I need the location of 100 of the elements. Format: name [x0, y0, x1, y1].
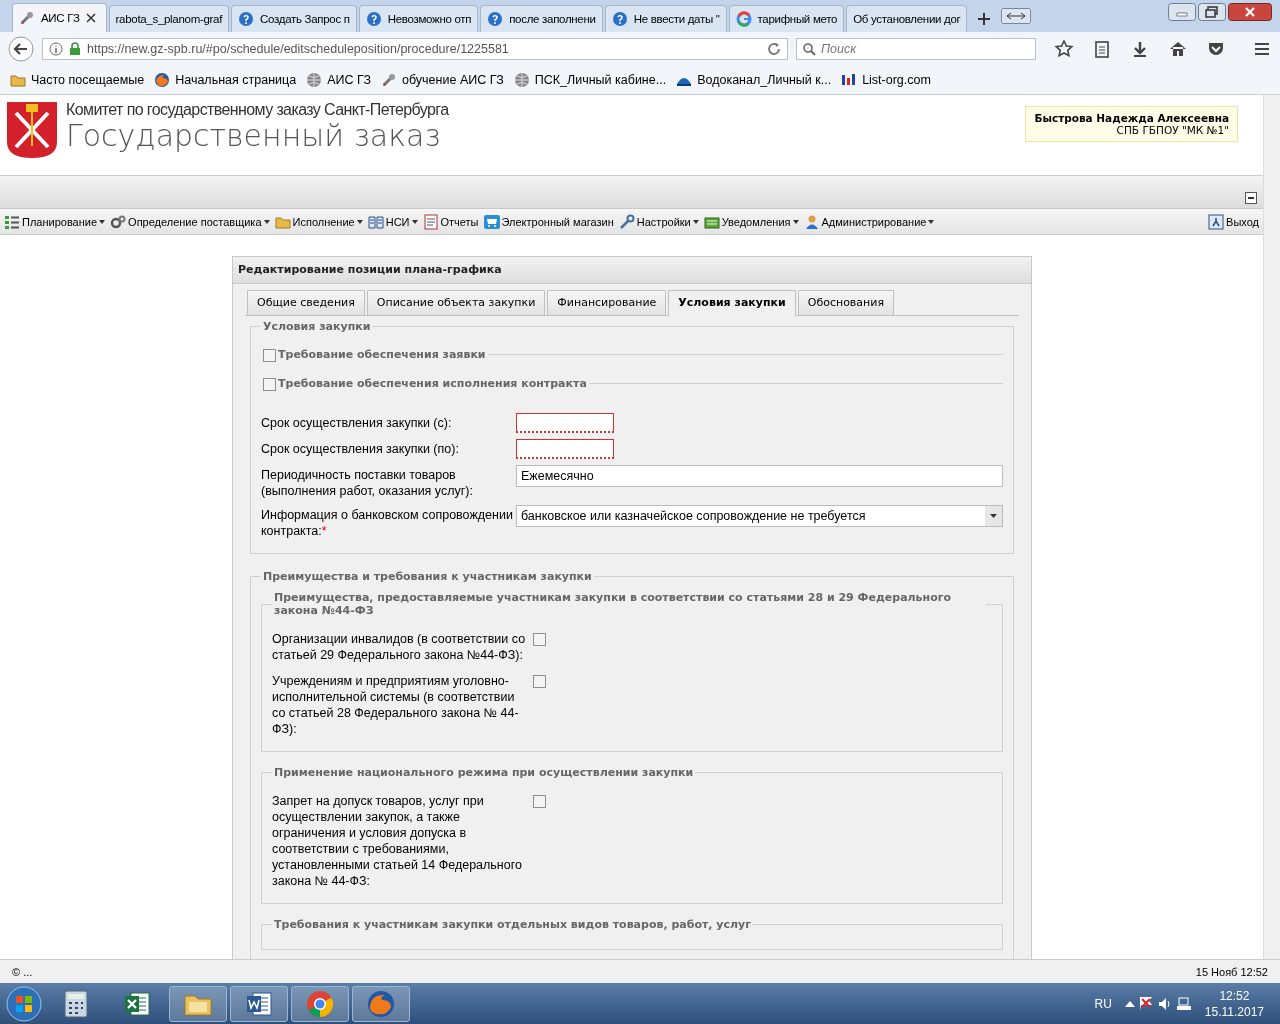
caret-icon[interactable]: [928, 219, 935, 224]
subsection-legend: Применение национального режима при осуществлении закупки: [274, 766, 694, 779]
globe-icon: [513, 72, 530, 88]
status-date: 15 Нояб 12:52: [1195, 965, 1268, 978]
clipboard-icon[interactable]: [1092, 39, 1112, 59]
required-mark: *: [321, 524, 327, 538]
form-tab[interactable]: Условия закупки: [668, 290, 796, 316]
organization-name: Комитет по государственному заказу Санкт-Петербурга: [66, 101, 449, 119]
collapse-icon[interactable]: [1245, 192, 1257, 204]
checkbox-label: Запрет на допуск товаров, услуг при осуществлении закупок, а также ограничения и условия допуска в соответствии с требованиями, установленными статьей 14 Федерального закона № 44-ФЗ:: [272, 793, 523, 889]
scrollbar[interactable]: [1263, 95, 1280, 959]
browser-tab[interactable]: Невозможно отп: [358, 5, 479, 32]
form-tab[interactable]: Общие сведения: [247, 290, 365, 315]
subsection-legend: Преимущества, предоставляемые участникам закупки в соответствии со статьями 28 и 29 Федерального закона №44-ФЗ: [274, 591, 952, 617]
menu-item[interactable]: Электронный магазин: [501, 215, 614, 228]
wrench-icon: [19, 10, 35, 26]
checkbox-label: Учреждениям и предприятиям уголовно-исполнительной системы (в соответствии со статьей 28 Федерального закона № 44-ФЗ):: [272, 673, 520, 737]
field-label: Информация о банковском сопровождении контракта:*: [261, 507, 514, 539]
clock-date[interactable]: 15.11.2017: [1204, 1003, 1264, 1020]
help-icon: [365, 11, 382, 27]
browser-tab[interactable]: rabota_s_planom-graf: [108, 5, 230, 32]
user-name: Быстрова Надежда Алексеевна: [1034, 112, 1229, 124]
form-tab[interactable]: Обоснования: [797, 290, 895, 315]
browser-tab[interactable]: тарифный мето: [728, 5, 845, 32]
calculator-icon: [64, 989, 88, 1018]
start-button[interactable]: [4, 984, 44, 1023]
menu-item[interactable]: Уведомления: [721, 215, 791, 228]
document-icon: [422, 213, 439, 230]
document-icon: [245, 989, 273, 1018]
search-icon: [802, 42, 816, 56]
folder-icon: [10, 72, 26, 88]
close-icon[interactable]: [1228, 3, 1272, 21]
tray-arrow-icon[interactable]: [1124, 999, 1135, 1008]
section-legend: Условия закупки: [263, 320, 371, 333]
form-tab[interactable]: Описание объекта закупки: [366, 290, 546, 315]
bookmark-link[interactable]: Начальная страница: [175, 73, 297, 87]
text-field[interactable]: Ежемесячно: [516, 465, 1003, 487]
address-field[interactable]: https://new.gz-spb.ru/#po/schedule/editscheduleposition/procedure/1225581: [42, 38, 788, 60]
checkbox[interactable]: [533, 795, 546, 808]
firefox-icon: [367, 989, 395, 1018]
caret-icon[interactable]: [692, 219, 699, 224]
gears-icon: [110, 213, 127, 230]
menu-item[interactable]: НСИ: [385, 215, 410, 228]
browser-tab[interactable]: Не ввести даты ": [604, 5, 727, 32]
resize-icon[interactable]: [1001, 8, 1032, 24]
menu-item[interactable]: Планирование: [22, 215, 98, 228]
home-icon[interactable]: [1168, 39, 1188, 59]
menu-item[interactable]: Настройки: [636, 215, 691, 228]
bookmark-link[interactable]: обучение АИС ГЗ: [402, 73, 504, 87]
info-icon: [49, 42, 63, 56]
bookmark-link[interactable]: ПСК_Личный кабине...: [534, 73, 667, 87]
menu-item[interactable]: Отчеты: [440, 215, 479, 228]
browser-tab[interactable]: АИС ГЗ: [12, 3, 107, 32]
star-icon[interactable]: [1054, 39, 1074, 59]
caret-icon[interactable]: [792, 219, 799, 224]
menu-item[interactable]: Исполнение: [292, 215, 355, 228]
close-icon[interactable]: [85, 13, 96, 23]
maximize-icon[interactable]: [1198, 3, 1226, 21]
browser-tab[interactable]: Об установлении дог: [846, 5, 968, 32]
browser-tab[interactable]: Создать Запрос п: [231, 5, 357, 32]
clock-time[interactable]: 12:52: [1204, 987, 1264, 1004]
language-indicator[interactable]: RU: [1094, 996, 1112, 1011]
bookmark-link[interactable]: АИС ГЗ: [327, 73, 371, 87]
caret-icon[interactable]: [99, 219, 106, 224]
bookmark-link[interactable]: Водоканал_Личный к...: [697, 73, 832, 87]
logout-link[interactable]: Выход: [1226, 215, 1259, 228]
wrench-icon: [618, 213, 635, 230]
google-icon: [735, 11, 752, 27]
form-tab[interactable]: Финансирование: [547, 290, 667, 315]
browser-tab[interactable]: после заполнени: [480, 5, 603, 32]
person-icon: [803, 213, 820, 230]
status-text: © ...: [12, 965, 33, 978]
globe-icon: [306, 72, 323, 88]
new-tab-icon[interactable]: [977, 12, 992, 26]
exit-icon[interactable]: [1208, 213, 1225, 230]
network-icon[interactable]: [1175, 995, 1192, 1012]
caret-icon[interactable]: [263, 219, 270, 224]
checkbox[interactable]: [263, 378, 276, 391]
back-icon[interactable]: [8, 36, 34, 62]
date-field[interactable]: [516, 413, 614, 433]
field-label: Срок осуществления закупки (с):: [261, 415, 453, 431]
checkbox[interactable]: [533, 675, 546, 688]
search-field[interactable]: Поиск: [796, 38, 1036, 60]
url-text: https://new.gz-spb.ru/#po/schedule/editscheduleposition/procedure/1225581: [87, 42, 510, 56]
user-organization: СПБ ГБПОУ "МК №1": [1115, 124, 1229, 136]
bookmark-link[interactable]: List-org.com: [862, 73, 931, 87]
caret-icon[interactable]: [356, 219, 363, 224]
reload-icon[interactable]: [767, 42, 781, 56]
caret-icon[interactable]: [411, 219, 418, 224]
subsection-legend: Требования к участникам закупки отдельных видов товаров, работ, услуг: [274, 918, 752, 931]
date-field[interactable]: [516, 439, 614, 459]
taskbar-app[interactable]: [230, 985, 288, 1022]
menu-item[interactable]: Администрирование: [821, 215, 927, 228]
checkbox[interactable]: [263, 349, 276, 362]
bookmark-link[interactable]: Часто посещаемые: [31, 73, 145, 87]
wrench-icon: [381, 72, 397, 88]
checkbox[interactable]: [533, 633, 546, 646]
menu-item[interactable]: Определение поставщика: [128, 215, 262, 228]
lock-icon: [69, 42, 81, 56]
dropdown-field[interactable]: банковское или казначейское сопровождение не требуется: [516, 505, 1003, 527]
